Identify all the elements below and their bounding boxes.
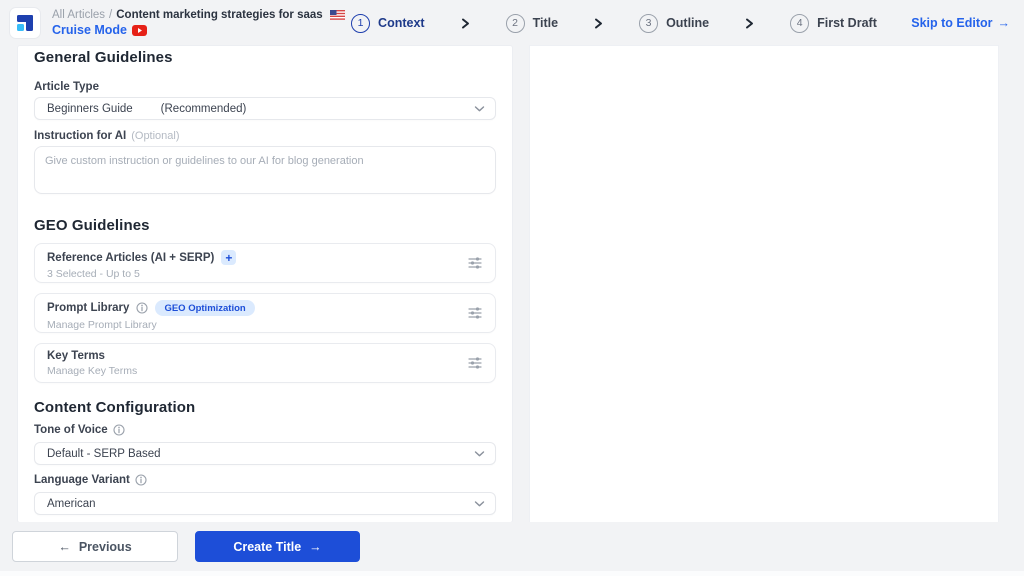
right-arrow-icon: →: [997, 16, 1011, 30]
step-outline[interactable]: 3 Outline: [639, 13, 710, 33]
step-1-label: Context: [378, 16, 425, 30]
create-title-button[interactable]: Create Title →: [195, 531, 360, 562]
reference-articles-subtitle: 3 Selected - Up to 5: [47, 268, 140, 280]
prompt-library-subtitle[interactable]: Manage Prompt Library: [47, 319, 455, 331]
step-1-circle: 1: [351, 13, 371, 33]
chevron-right-icon: [594, 18, 603, 29]
left-arrow-icon: ←: [58, 539, 71, 554]
info-icon[interactable]: [135, 474, 147, 486]
logo-icon: [17, 15, 33, 31]
tone-of-voice-label-text: Tone of Voice: [34, 424, 108, 436]
content-configuration-heading: Content Configuration: [34, 399, 196, 416]
reference-articles-card[interactable]: Reference Articles (AI + SERP) + 3 Selec…: [34, 243, 496, 283]
create-title-button-label: Create Title: [233, 539, 302, 554]
reference-articles-title: Reference Articles (AI + SERP): [47, 251, 215, 264]
language-variant-select[interactable]: American: [34, 492, 496, 515]
sliders-icon[interactable]: [468, 307, 482, 319]
article-type-value: Beginners Guide: [47, 102, 133, 115]
key-terms-title: Key Terms: [47, 350, 105, 362]
language-variant-label: Language Variant: [34, 474, 496, 486]
instruction-optional-text: (Optional): [131, 130, 180, 142]
article-type-select[interactable]: Beginners Guide (Recommended): [34, 97, 496, 120]
bottom-strip: [0, 571, 1024, 576]
tone-of-voice-label: Tone of Voice: [34, 424, 496, 436]
previous-button[interactable]: ← Previous: [12, 531, 178, 562]
tone-of-voice-value: Default - SERP Based: [47, 447, 161, 460]
add-reference-button[interactable]: +: [221, 250, 237, 265]
language-variant-value: American: [47, 497, 96, 510]
geo-guidelines-heading: GEO Guidelines: [34, 217, 150, 234]
step-3-circle: 3: [639, 13, 659, 33]
youtube-icon[interactable]: [132, 24, 148, 36]
previous-button-label: Previous: [78, 539, 132, 554]
article-type-hint: (Recommended): [160, 102, 247, 115]
instruction-textarea[interactable]: [34, 146, 496, 194]
cruise-mode-label: Cruise Mode: [52, 23, 128, 37]
key-terms-card[interactable]: Key Terms Manage Key Terms: [34, 343, 496, 383]
preview-panel: [530, 46, 998, 522]
top-bar: All Articles / Content marketing strateg…: [0, 0, 1024, 46]
chevron-down-icon: [474, 500, 485, 507]
key-terms-subtitle[interactable]: Manage Key Terms: [47, 365, 455, 377]
breadcrumb: All Articles / Content marketing strateg…: [52, 9, 345, 21]
step-context[interactable]: 1 Context: [351, 13, 425, 33]
app-logo[interactable]: [10, 8, 40, 38]
step-first-draft[interactable]: 4 First Draft: [790, 13, 877, 33]
chevron-down-icon: [474, 450, 485, 457]
us-flag-icon: [329, 10, 345, 20]
article-type-label: Article Type: [34, 81, 99, 93]
skip-to-editor-label: Skip to Editor: [911, 16, 993, 30]
footer-bar: ← Previous Create Title →: [0, 522, 1024, 571]
instruction-label-text: Instruction for AI: [34, 130, 127, 142]
breadcrumb-separator: /: [109, 9, 113, 21]
sliders-icon[interactable]: [468, 257, 482, 269]
step-2-circle: 2: [505, 13, 525, 33]
breadcrumb-all-articles[interactable]: All Articles: [52, 9, 105, 21]
step-3-label: Outline: [666, 16, 710, 30]
header-title-block: All Articles / Content marketing strateg…: [52, 9, 345, 37]
info-icon[interactable]: [113, 424, 125, 436]
cruise-mode-link[interactable]: Cruise Mode: [52, 23, 345, 37]
skip-to-editor-link[interactable]: Skip to Editor →: [911, 16, 1010, 30]
prompt-library-title: Prompt Library: [47, 302, 130, 314]
step-4-label: First Draft: [817, 16, 877, 30]
step-2-label: Title: [532, 16, 559, 30]
stepper: 1 Context 2 Title 3 Outline 4 First Draf…: [345, 13, 884, 33]
app-root: All Articles / Content marketing strateg…: [0, 0, 1024, 576]
general-guidelines-heading: General Guidelines: [34, 49, 173, 66]
step-title[interactable]: 2 Title: [505, 13, 559, 33]
chevron-right-icon: [461, 18, 470, 29]
right-arrow-icon: →: [309, 539, 322, 554]
breadcrumb-current-article: Content marketing strategies for saas: [116, 9, 323, 21]
context-form-panel: General Guidelines Article Type Beginner…: [18, 46, 512, 522]
main-area: General Guidelines Article Type Beginner…: [0, 46, 1024, 522]
step-4-circle: 4: [790, 13, 810, 33]
geo-optimization-badge: GEO Optimization: [155, 300, 255, 316]
chevron-down-icon: [474, 105, 485, 112]
language-variant-label-text: Language Variant: [34, 474, 130, 486]
chevron-right-icon: [745, 18, 754, 29]
prompt-library-card[interactable]: Prompt Library GEO Optimization Manage P…: [34, 293, 496, 333]
instruction-label: Instruction for AI (Optional): [34, 130, 496, 142]
sliders-icon[interactable]: [468, 357, 482, 369]
tone-of-voice-select[interactable]: Default - SERP Based: [34, 442, 496, 465]
info-icon[interactable]: [136, 302, 148, 314]
